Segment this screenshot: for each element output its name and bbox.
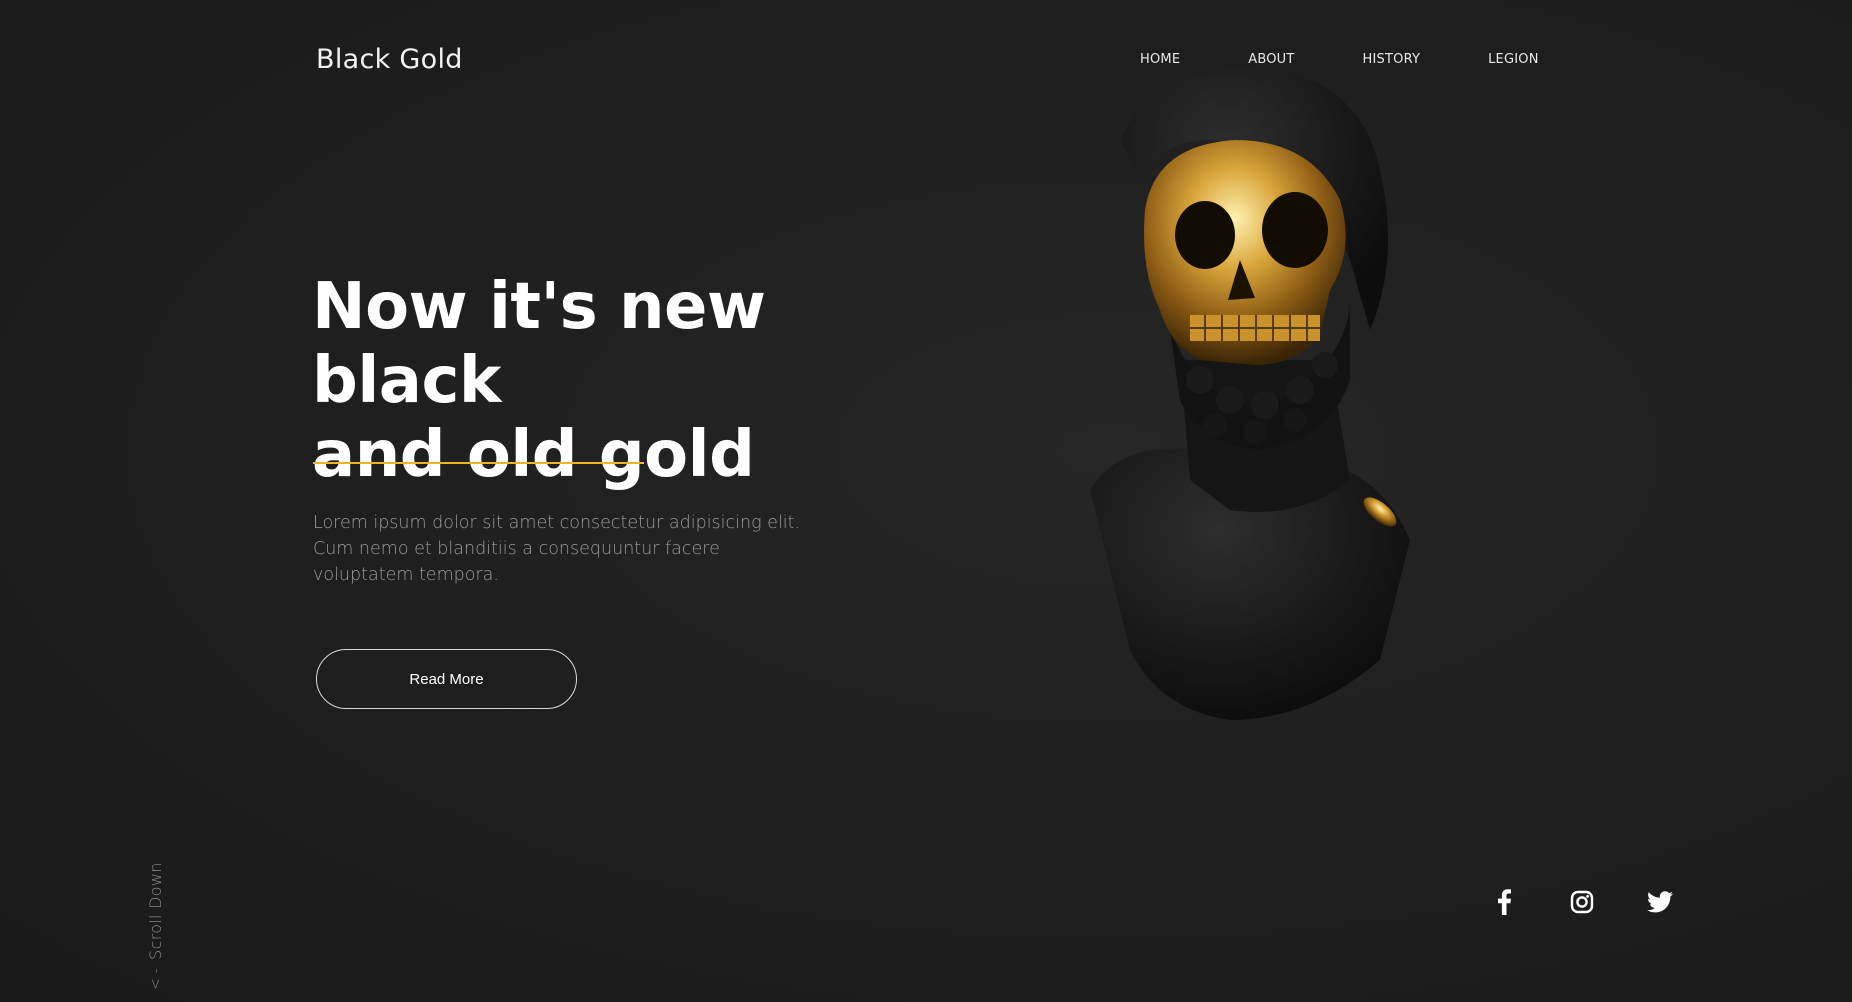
gold-divider: [313, 462, 644, 464]
hero-image: [1050, 60, 1500, 740]
social-links: [1490, 888, 1674, 916]
facebook-icon[interactable]: [1490, 888, 1518, 916]
brand-logo[interactable]: Black Gold: [316, 44, 463, 75]
scroll-down-label: Scroll Down: [146, 862, 165, 960]
twitter-icon[interactable]: [1646, 888, 1674, 916]
instagram-icon[interactable]: [1568, 888, 1596, 916]
read-more-button[interactable]: Read More: [316, 649, 577, 709]
scroll-down-indicator[interactable]: < - Scroll Down: [146, 862, 165, 990]
hero-headline-line1: Now it's new black: [312, 270, 766, 418]
hero-headline: Now it's new black and old gold: [312, 270, 952, 492]
hero-description: Lorem ipsum dolor sit amet consectetur a…: [313, 513, 801, 585]
scroll-arrow-icon: < -: [147, 967, 164, 990]
hero-headline-line2: and old gold: [312, 418, 755, 492]
